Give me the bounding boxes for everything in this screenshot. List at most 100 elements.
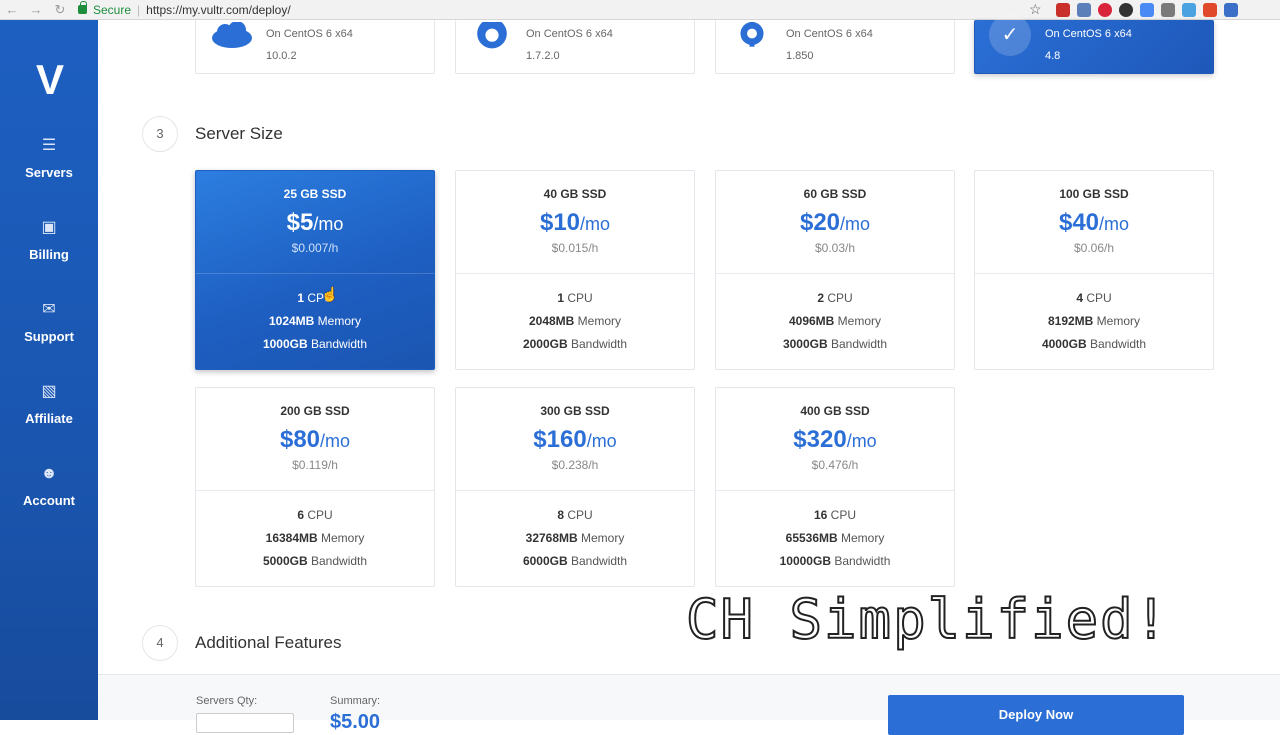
plan-price: $80/mo [196, 426, 434, 454]
extension-6-icon[interactable] [1161, 3, 1175, 17]
plan-card[interactable]: 100 GB SSD $40/mo $0.06/h 4 CPU 8192MB M… [974, 170, 1214, 370]
sidebar-item-affiliate[interactable]: ▧ Affiliate [0, 384, 98, 428]
secure-label: Secure [93, 2, 132, 17]
memory-label: Memory [321, 531, 365, 545]
extension-4-icon[interactable] [1119, 3, 1133, 17]
cpu-label: CPU [567, 291, 593, 305]
bandwidth-amount: 1000GB [262, 337, 308, 351]
memory-amount: 4096MB [788, 314, 835, 328]
bandwidth-label: Bandwidth [831, 337, 888, 351]
plan-card[interactable]: 60 GB SSD $20/mo $0.03/h 2 CPU 4096MB Me… [715, 170, 955, 370]
plan-divider [456, 273, 694, 274]
plan-card[interactable]: 200 GB SSD $80/mo $0.119/h 6 CPU 16384MB… [195, 387, 435, 587]
plan-storage: 60 GB SSD [803, 187, 867, 201]
plan-specs: 1 CPU 2048MB Memory 2000GB Bandwidth [456, 289, 694, 358]
forward-icon[interactable]: → [24, 0, 48, 20]
plan-memory: 4096MB Memory [716, 312, 954, 335]
plan-cpu: 1 CPU [196, 289, 434, 312]
cpu-count: 16 [813, 508, 828, 522]
plan-divider [716, 490, 954, 491]
pinterest-icon[interactable] [1098, 3, 1112, 17]
app-card-selected[interactable]: ✓ On CentOS 6 x64 4.8 [974, 14, 1214, 74]
memory-amount: 1024MB [268, 314, 315, 328]
bandwidth-label: Bandwidth [311, 554, 368, 568]
cpu-label: CPU [567, 508, 593, 522]
plan-price-amount: $160 [533, 426, 587, 453]
extension-2-icon[interactable] [1077, 3, 1091, 17]
app-version: 1.7.2.0 [526, 50, 560, 62]
support-icon: ✉ [42, 301, 56, 318]
plan-card[interactable]: 40 GB SSD $10/mo $0.015/h 1 CPU 2048MB M… [455, 170, 695, 370]
plan-price-period: /mo [1099, 214, 1130, 234]
sidebar-item-servers[interactable]: ☰ Servers [0, 138, 98, 182]
plan-storage: 25 GB SSD [283, 187, 347, 201]
extension-1-icon[interactable] [1056, 3, 1070, 17]
sidebar-item-label: Servers [25, 165, 73, 180]
plan-card[interactable]: 400 GB SSD $320/mo $0.476/h 16 CPU 65536… [715, 387, 955, 587]
bandwidth-label: Bandwidth [311, 337, 368, 351]
plan-bandwidth: 6000GB Bandwidth [456, 552, 694, 575]
sidebar-item-label: Account [23, 493, 75, 508]
gear-icon [740, 22, 764, 47]
plan-price: $160/mo [456, 426, 694, 454]
plan-card-selected[interactable]: 25 GB SSD $5/mo $0.007/h 1 CPU 1024MB Me… [195, 170, 435, 370]
plan-header: 200 GB SSD $80/mo $0.119/h [196, 388, 434, 490]
cpu-count: 2 [817, 291, 824, 305]
plan-cpu: 2 CPU [716, 289, 954, 312]
deploy-now-button[interactable]: Deploy Now [888, 695, 1184, 735]
sidebar-item-account[interactable]: ☻ Account [0, 466, 98, 510]
bandwidth-amount: 6000GB [522, 554, 568, 568]
plan-bandwidth: 5000GB Bandwidth [196, 552, 434, 575]
memory-label: Memory [1096, 314, 1141, 328]
plan-cpu: 6 CPU [196, 506, 434, 529]
app-card[interactable]: On CentOS 6 x64 10.0.2 [195, 20, 435, 74]
memory-label: Memory [841, 531, 885, 545]
memory-label: Memory [317, 314, 362, 328]
plan-memory: 16384MB Memory [196, 529, 434, 552]
sidebar-item-support[interactable]: ✉ Support [0, 302, 98, 346]
plan-card[interactable]: 300 GB SSD $160/mo $0.238/h 8 CPU 32768M… [455, 387, 695, 587]
address-separator: | [137, 2, 141, 17]
cpu-count: 1 [297, 291, 304, 305]
app-card[interactable]: On CentOS 6 x64 1.7.2.0 [455, 20, 695, 74]
office-icon[interactable] [1203, 3, 1217, 17]
plan-bandwidth: 4000GB Bandwidth [975, 335, 1213, 358]
servers-qty-input[interactable] [196, 713, 294, 733]
bandwidth-label: Bandwidth [571, 554, 628, 568]
memory-amount: 16384MB [265, 531, 318, 545]
summary-total: $5.00 [330, 711, 381, 733]
plan-price: $40/mo [975, 209, 1213, 237]
bandwidth-label: Bandwidth [1090, 337, 1147, 351]
plan-memory: 65536MB Memory [716, 529, 954, 552]
plan-price-period: /mo [846, 431, 877, 451]
back-icon[interactable]: ← [0, 0, 24, 20]
extension-9-icon[interactable] [1224, 3, 1238, 17]
plan-divider [716, 273, 954, 274]
bookmark-star-icon[interactable]: ☆ [1029, 1, 1042, 18]
bandwidth-amount: 5000GB [262, 554, 308, 568]
plan-divider [975, 273, 1213, 274]
extensions [1056, 3, 1238, 17]
app-os: On CentOS 6 x64 [1045, 28, 1132, 40]
extension-5-icon[interactable] [1140, 3, 1154, 17]
plan-header: 300 GB SSD $160/mo $0.238/h [456, 388, 694, 490]
cpu-count: 1 [557, 291, 564, 305]
vultr-logo-icon[interactable]: V [30, 59, 70, 101]
account-icon: ☻ [40, 465, 58, 482]
bandwidth-amount: 4000GB [1041, 337, 1087, 351]
servers-icon: ☰ [41, 137, 57, 154]
plan-header: 25 GB SSD $5/mo $0.007/h [196, 171, 434, 273]
app-os: On CentOS 6 x64 [786, 28, 873, 40]
address-bar[interactable]: Secure | https://my.vultr.com/deploy/ [78, 1, 291, 19]
cpu-label: CPU [830, 508, 857, 522]
app-card[interactable]: On CentOS 6 x64 1.850 [715, 20, 955, 74]
sidebar-item-billing[interactable]: ▣ Billing [0, 220, 98, 264]
memory-amount: 65536MB [785, 531, 838, 545]
memory-amount: 2048MB [528, 314, 575, 328]
plan-storage: 400 GB SSD [800, 404, 870, 418]
plan-cpu: 4 CPU [975, 289, 1213, 312]
summary-label: Summary: [330, 695, 381, 707]
reload-icon[interactable]: ↻ [48, 0, 72, 20]
cpu-count: 4 [1076, 291, 1083, 305]
extension-7-icon[interactable] [1182, 3, 1196, 17]
